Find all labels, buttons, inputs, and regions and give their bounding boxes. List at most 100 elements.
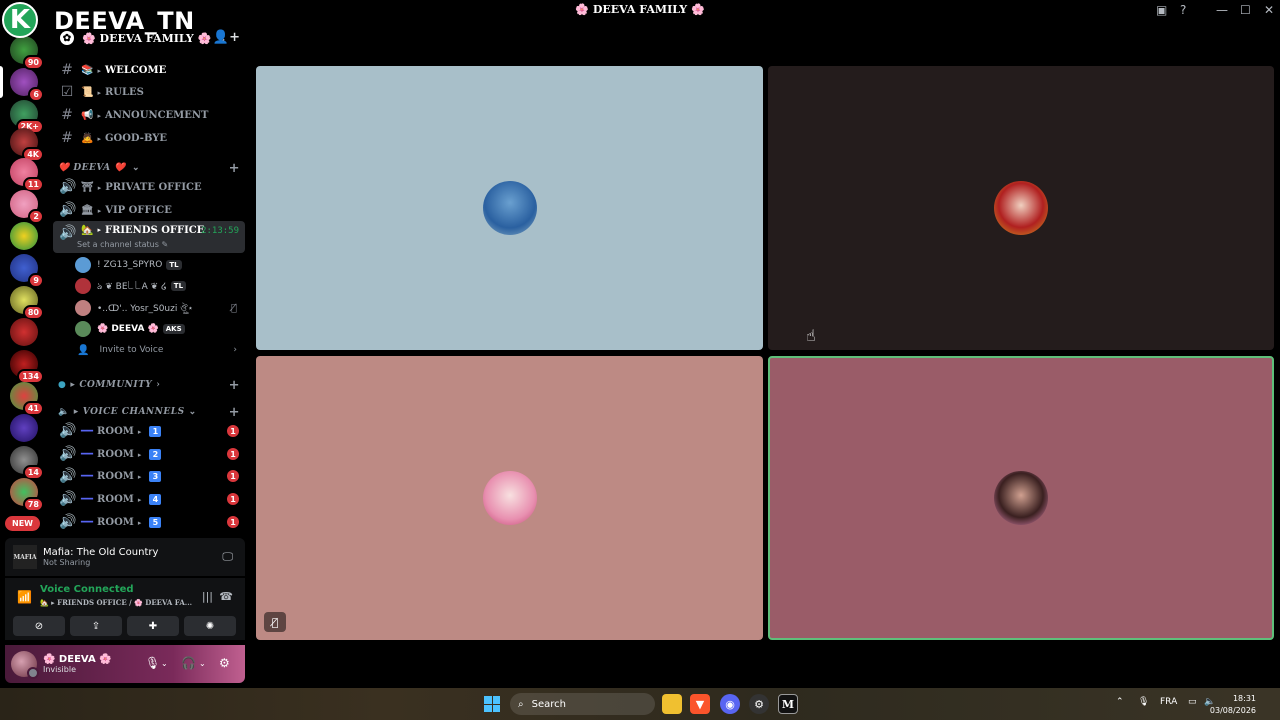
server-icon[interactable]: 41 bbox=[10, 382, 44, 416]
activity-title: Mafia: The Old Country bbox=[43, 547, 159, 558]
invite-to-voice[interactable]: 👤 Invite to Voice › bbox=[77, 340, 245, 360]
chevron-down-icon[interactable]: ⌄ bbox=[161, 659, 168, 668]
server-badge: 2 bbox=[28, 209, 44, 224]
speaker-icon: 🔈 bbox=[58, 407, 70, 417]
camera-off-button[interactable]: ⊘ bbox=[13, 616, 65, 636]
taskbar-search[interactable]: ⌕ Search bbox=[510, 693, 655, 715]
channel-good-bye[interactable]: # 🙇 ▸ GOOD-BYE bbox=[53, 127, 245, 149]
add-channel-icon[interactable]: + bbox=[229, 161, 240, 176]
voice-private-office[interactable]: 🔊 ⛩ ▸ PRIVATE OFFICE bbox=[53, 176, 245, 198]
voice-room[interactable]: 🔊 ━━ ROOM ▸ 1 1 bbox=[53, 420, 245, 442]
voice-user[interactable]: •..ↀ'.. Yosr_S0uzi ঔৣ⋆ 🎙̸ bbox=[75, 298, 245, 318]
discord-icon[interactable]: ◉ bbox=[720, 694, 740, 714]
server-icon[interactable] bbox=[10, 414, 38, 442]
user-panel: 🌸 DEEVA 🌸 Invisible 🎙 ⌄ 🎧 ⌄ ⚙ bbox=[5, 645, 245, 683]
server-icon[interactable]: 14 bbox=[10, 446, 44, 480]
chevron-down-icon: ⌄ bbox=[131, 163, 141, 173]
chevron-down-icon[interactable]: ⌄ bbox=[199, 659, 206, 668]
server-icon[interactable] bbox=[10, 318, 38, 346]
voice-room[interactable]: 🔊 ━━ ROOM ▸ 2 1 bbox=[53, 443, 245, 465]
server-icon[interactable]: 2 bbox=[10, 190, 44, 224]
arrow-icon: ▸ bbox=[97, 205, 102, 215]
signal-icon[interactable]: 📶 bbox=[17, 590, 32, 604]
server-icon[interactable]: 9 bbox=[10, 254, 44, 288]
noise-suppression-icon[interactable]: ||| bbox=[202, 590, 213, 603]
channel-welcome[interactable]: # 📚 ▸ WELCOME bbox=[53, 59, 245, 81]
server-icon[interactable]: 78 bbox=[10, 478, 44, 512]
inbox-icon[interactable]: ▣ bbox=[1156, 3, 1167, 17]
microphone-icon[interactable]: 🎙 bbox=[1138, 697, 1149, 707]
gear-icon[interactable]: ⚙ bbox=[219, 656, 230, 670]
minimize-icon[interactable]: — bbox=[1216, 3, 1228, 17]
server-icon[interactable]: 80 bbox=[10, 286, 44, 320]
mafia-game-icon[interactable]: M bbox=[778, 694, 798, 714]
voice-user[interactable]: ! ZG13_SPYRO TL bbox=[75, 255, 245, 275]
video-tile[interactable] bbox=[256, 66, 763, 350]
category-community[interactable]: ● ▸ COMMUNITY › + bbox=[58, 377, 244, 393]
room-name: ROOM bbox=[97, 516, 134, 528]
steam-icon[interactable]: ⚙ bbox=[749, 694, 769, 714]
text-channel-icon: # bbox=[61, 107, 73, 123]
voice-friends-office[interactable]: 🔊 🏡 ▸ FRIENDS OFFICE 2:13:59 Set a chann… bbox=[53, 221, 245, 253]
voice-status-title[interactable]: Voice Connected bbox=[40, 584, 134, 595]
share-screen-icon[interactable]: 🖵 bbox=[222, 550, 233, 564]
arrow-icon: ▸ bbox=[97, 225, 101, 234]
screen-share-button[interactable]: ⇪ bbox=[70, 616, 122, 636]
server-icon[interactable]: 6 bbox=[10, 68, 44, 102]
username[interactable]: 🌸 DEEVA 🌸 bbox=[43, 654, 112, 665]
status-hint-text: Set a channel status bbox=[77, 240, 159, 249]
arrow-icon: ▸ bbox=[137, 449, 142, 459]
category-deeva[interactable]: ❤️ DEEVA ❤️ ⌄ + bbox=[58, 160, 244, 176]
server-icon[interactable]: 4K bbox=[10, 128, 44, 162]
help-icon[interactable]: ? bbox=[1180, 3, 1186, 17]
avatar[interactable] bbox=[11, 651, 39, 679]
microphone-icon[interactable]: 🎙 bbox=[145, 656, 160, 670]
brave-browser-icon[interactable]: ▼ bbox=[690, 694, 710, 714]
close-icon[interactable]: ✕ bbox=[1264, 3, 1274, 17]
video-tile-speaking[interactable] bbox=[768, 356, 1274, 640]
server-icon[interactable]: 134 bbox=[10, 350, 44, 384]
new-badge[interactable]: NEW bbox=[5, 516, 40, 531]
chevron-up-icon[interactable]: ⌃ bbox=[1116, 697, 1124, 707]
activities-button[interactable]: ✚ bbox=[127, 616, 179, 636]
arrow-icon: ▸ bbox=[137, 494, 142, 504]
chevron-down-icon: ⌄ bbox=[188, 407, 197, 417]
add-channel-icon[interactable]: + bbox=[229, 405, 240, 420]
soundboard-button[interactable]: ✺ bbox=[184, 616, 236, 636]
language-indicator[interactable]: FRA bbox=[1160, 697, 1177, 707]
video-tile[interactable]: 🎙̸ bbox=[256, 356, 763, 640]
windows-start-icon[interactable] bbox=[484, 696, 500, 712]
channel-status-hint[interactable]: Set a channel status ✎ bbox=[77, 240, 168, 249]
muted-mic-icon: 🎙̸ bbox=[264, 612, 286, 632]
voice-user[interactable]: 🌸 DEEVA 🌸 AKS bbox=[75, 319, 245, 339]
voice-vip-office[interactable]: 🔊 🏛 ▸ VIP OFFICE bbox=[53, 199, 245, 221]
channel-rules[interactable]: ☑ 📜 ▸ RULES bbox=[53, 81, 245, 103]
voice-room[interactable]: 🔊 ━━ ROOM ▸ 3 1 bbox=[53, 465, 245, 487]
category-voice-channels[interactable]: 🔈 ▸ VOICE CHANNELS ⌄ + bbox=[58, 404, 244, 420]
voice-room[interactable]: 🔊 ━━ ROOM ▸ 4 1 bbox=[53, 488, 245, 510]
server-icon[interactable]: 11 bbox=[10, 158, 44, 192]
server-icon[interactable] bbox=[10, 222, 38, 250]
disconnect-icon[interactable]: ☎ bbox=[219, 590, 233, 603]
video-tile[interactable] bbox=[768, 66, 1274, 350]
network-icon[interactable]: ▭ bbox=[1188, 697, 1197, 707]
channel-emoji: 🏛 bbox=[81, 204, 94, 216]
server-selected-pill bbox=[0, 66, 3, 98]
file-explorer-icon[interactable] bbox=[662, 694, 682, 714]
channel-emoji: 📚 bbox=[81, 64, 94, 76]
server-icon[interactable]: 2K+ bbox=[10, 100, 44, 134]
voice-location[interactable]: 🏡 ▸ FRIENDS OFFICE / 🌸 DEEVA FA... bbox=[40, 598, 192, 607]
server-badge: 9 bbox=[28, 273, 44, 288]
voice-user[interactable]: ঌ ❦ BE꒒꒒A ❦ ໒ TL bbox=[75, 276, 245, 296]
channel-name: FRIENDS OFFICE bbox=[104, 225, 205, 236]
maximize-icon[interactable]: ☐ bbox=[1240, 3, 1251, 17]
add-user-icon[interactable]: 👤+ bbox=[213, 30, 240, 45]
headphones-icon[interactable]: 🎧 bbox=[181, 656, 196, 670]
voice-connected-panel: 📶 Voice Connected 🏡 ▸ FRIENDS OFFICE / 🌸… bbox=[5, 578, 245, 640]
voice-room[interactable]: 🔊 ━━ ROOM ▸ 5 1 bbox=[53, 511, 245, 533]
arrow-icon: ▸ bbox=[70, 380, 76, 390]
add-channel-icon[interactable]: + bbox=[229, 378, 240, 393]
channel-announcement[interactable]: # 📢 ▸ ANNOUNCEMENT bbox=[53, 104, 245, 126]
clock[interactable]: 18:31 03/08/2026 bbox=[1210, 693, 1256, 717]
server-icon[interactable]: 90 bbox=[10, 36, 44, 70]
